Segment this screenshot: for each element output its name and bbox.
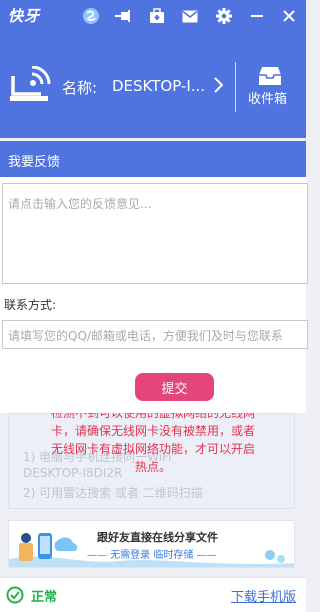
gear-icon[interactable] [214, 6, 234, 26]
check-circle-icon [6, 586, 24, 608]
minimize-icon[interactable] [247, 6, 267, 26]
guide-step-2: 2) 可用雷达搜索 或者 二维码扫描 [23, 486, 203, 500]
chevron-right-icon[interactable] [213, 77, 224, 97]
warning-line-4: 热点。 [134, 460, 171, 474]
device-name[interactable]: DESKTOP-I... [112, 77, 205, 95]
submit-button[interactable]: 提交 [135, 373, 214, 401]
feedback-panel: 请点击输入您的反馈意见... 联系方式: 请填写您的QQ/邮箱或电话，方便我们及… [0, 177, 308, 413]
status-bar: 正常 下载手机版 [0, 577, 306, 612]
inbox-button-label[interactable]: 收件箱 [248, 88, 287, 107]
inbox-icon[interactable] [258, 66, 282, 90]
warning-line-3: 无线网卡有虚拟网络功能，才可以开启 [50, 442, 255, 456]
close-icon[interactable] [279, 6, 299, 26]
app-logo: 快牙 [8, 7, 41, 25]
warning-line-2: 卡，请确保无线网卡没有被禁用，或者 [50, 424, 255, 438]
mail-icon[interactable] [180, 6, 200, 26]
toolbox-icon[interactable] [147, 6, 167, 26]
contact-placeholder: 请填写您的QQ/邮箱或电话，方便我们及时与您联系 [8, 329, 283, 343]
feedback-title: 我要反馈 [8, 155, 61, 170]
feedback-placeholder: 请点击输入您的反馈意见... [8, 197, 152, 211]
download-mobile-link[interactable]: 下载手机版 [231, 586, 296, 605]
share-banner[interactable]: 跟好友直接在线分享文件 —— 无需登录 临时存储 —— [8, 520, 295, 568]
banner-subtitle: —— 无需登录 临时存储 —— [87, 550, 217, 561]
laptop-wifi-icon [10, 65, 52, 110]
globe-icon[interactable] [81, 6, 101, 26]
contact-input[interactable]: 请填写您的QQ/邮箱或电话，方便我们及时与您联系 [2, 320, 308, 349]
device-header: 名称: DESKTOP-I... 收件箱 [0, 32, 306, 138]
feedback-header: 我要反馈 [0, 141, 306, 177]
pin-icon[interactable] [114, 6, 134, 26]
feedback-textarea[interactable]: 请点击输入您的反馈意见... [2, 183, 308, 284]
title-bar: 快牙 [0, 0, 306, 32]
device-name-label: 名称: [62, 79, 98, 97]
contact-label: 联系方式: [4, 298, 57, 312]
header-divider [235, 62, 236, 112]
banner-title: 跟好友直接在线分享文件 [97, 531, 218, 544]
status-text: 正常 [31, 590, 58, 605]
wifi-warning: 检测不到可以使用的虚拟网络的无线网 卡，请确保无线网卡没有被禁用，或者 无线网卡… [22, 404, 284, 476]
